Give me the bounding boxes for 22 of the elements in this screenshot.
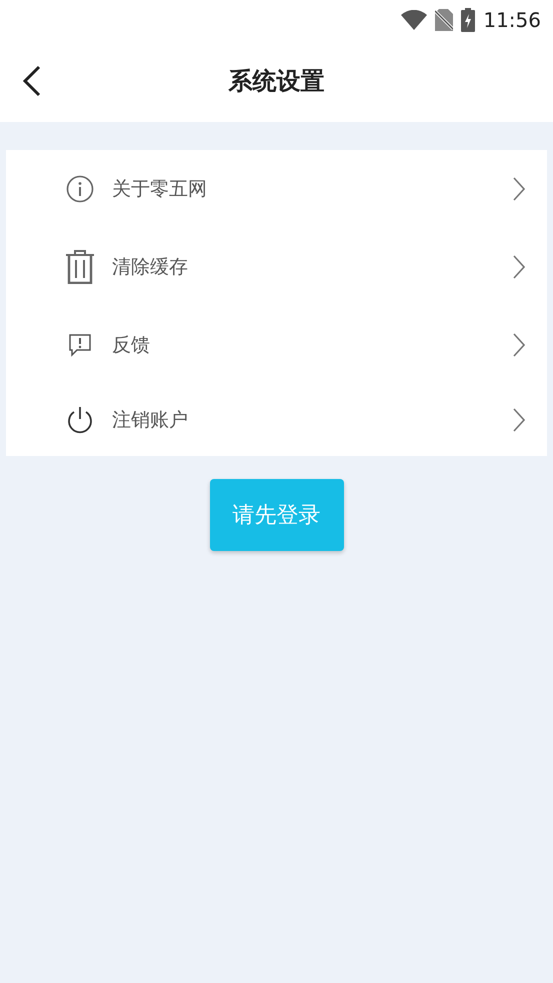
trash-icon [65,250,95,284]
chevron-right-icon [513,255,525,279]
feedback-icon [68,333,92,357]
chevron-right-icon [513,408,525,432]
back-icon[interactable] [22,65,42,97]
no-sim-icon [435,9,454,31]
menu-label: 反馈 [112,332,151,358]
battery-icon [461,8,476,32]
wifi-icon [401,10,428,30]
menu-label: 清除缓存 [112,254,189,280]
status-time: 11:56 [483,7,541,34]
menu-label: 注销账户 [112,408,189,433]
chevron-right-icon [513,177,525,201]
menu-item[interactable]: 关于零五网 [6,150,547,228]
chevron-right-icon [513,333,525,357]
menu-item[interactable]: 清除缓存 [6,228,547,306]
page-title: 系统设置 [228,66,324,97]
menu-item[interactable]: 反馈 [6,306,547,384]
power-icon [66,406,94,434]
menu-label: 关于零五网 [112,176,208,202]
menu-item[interactable]: 注销账户 [6,384,547,456]
info-icon [66,175,94,203]
